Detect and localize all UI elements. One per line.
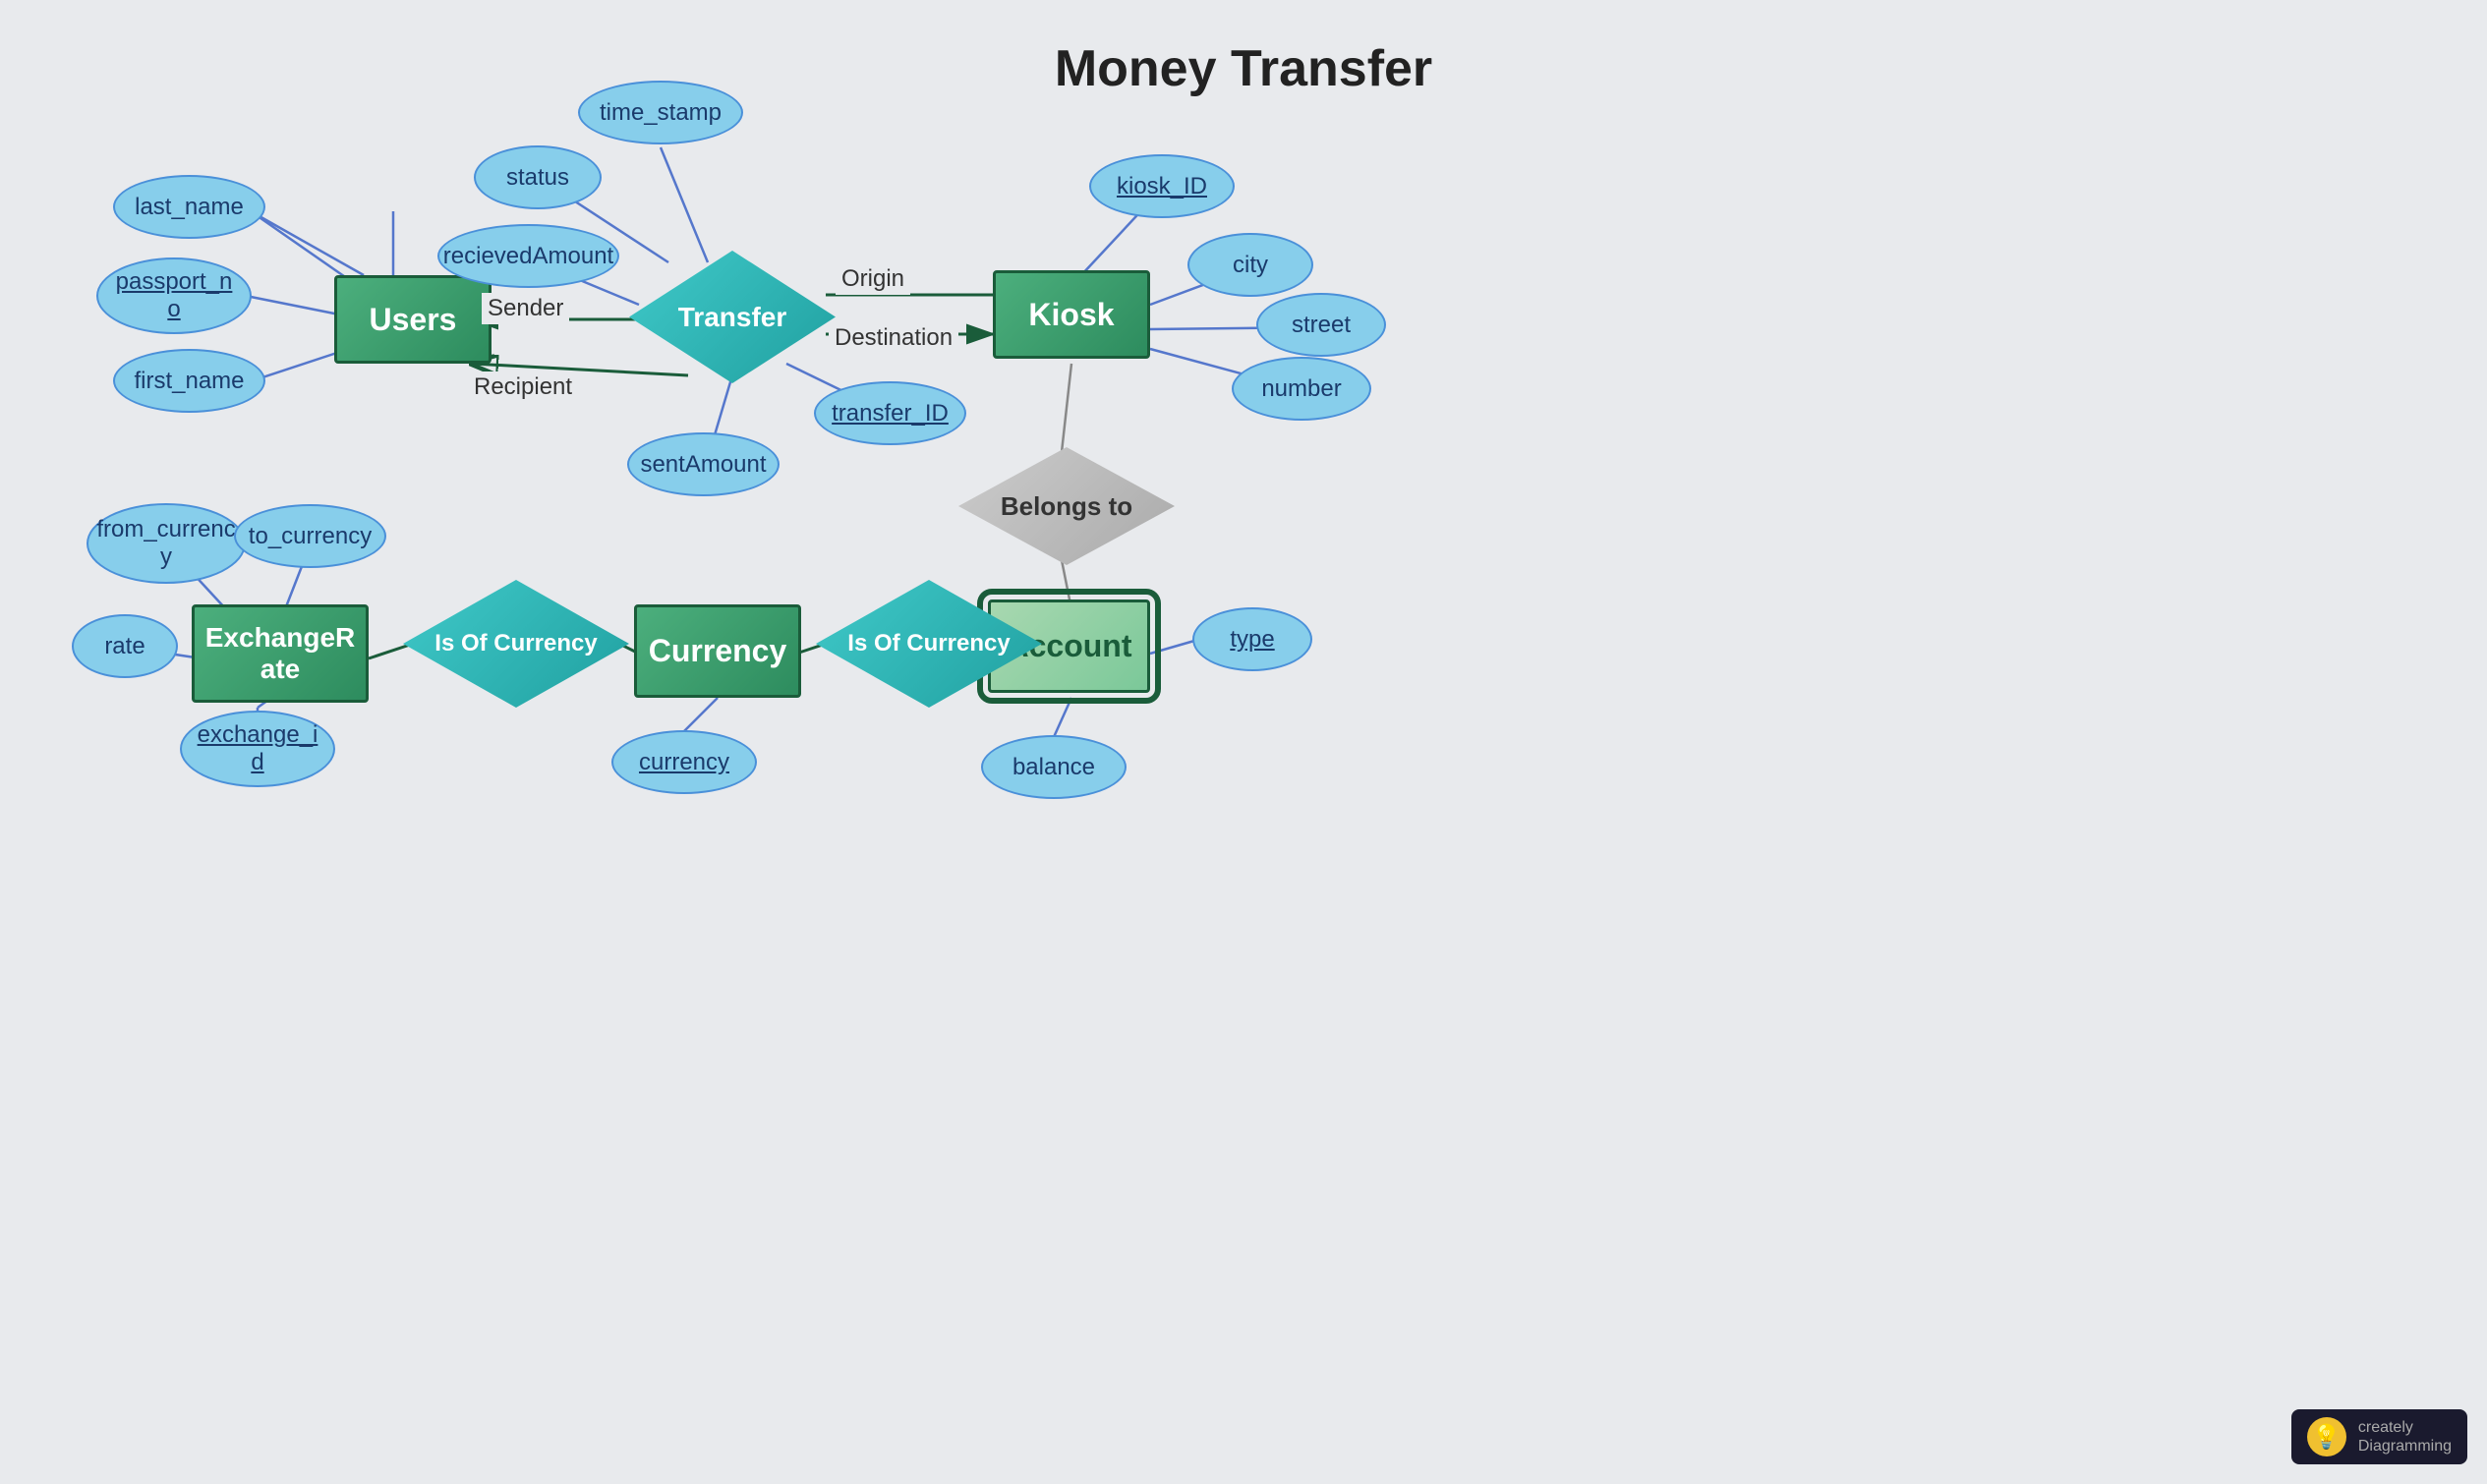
label-recipient: Recipient	[468, 371, 578, 403]
label-sender: Sender	[482, 293, 569, 324]
attr-type: type	[1192, 607, 1312, 671]
entity-kiosk[interactable]: Kiosk	[993, 270, 1150, 359]
attr-status: status	[474, 145, 602, 209]
attr-transfer-id: transfer_ID	[814, 381, 966, 445]
watermark-icon: 💡	[2307, 1417, 2346, 1456]
attr-currency-value: currency	[611, 730, 757, 794]
diagram-container: Money Transfer	[0, 0, 2487, 1484]
connections-svg	[0, 0, 2487, 1484]
entity-users[interactable]: Users	[334, 275, 492, 364]
entity-exchange-rate[interactable]: ExchangeRate	[192, 604, 369, 703]
page-title: Money Transfer	[0, 0, 2487, 98]
attr-city: city	[1187, 233, 1313, 297]
entity-currency[interactable]: Currency	[634, 604, 801, 698]
label-origin: Origin	[836, 263, 910, 295]
attr-street: street	[1256, 293, 1386, 357]
relationship-is-of-currency-right[interactable]: Is Of Currency	[816, 580, 1042, 708]
attr-kiosk-id: kiosk_ID	[1089, 154, 1235, 218]
attr-number: number	[1232, 357, 1371, 421]
rel-is-of-currency-left-label: Is Of Currency	[403, 630, 629, 657]
rel-is-of-currency-right-label: Is Of Currency	[816, 630, 1042, 657]
attr-rate: rate	[72, 614, 178, 678]
relationship-is-of-currency-left[interactable]: Is Of Currency	[403, 580, 629, 708]
relationship-belongs-to[interactable]: Belongs to	[958, 447, 1175, 565]
attr-recieved-amount: recievedAmount	[437, 224, 619, 288]
attr-first-name: first_name	[113, 349, 265, 413]
label-destination: Destination	[829, 322, 958, 354]
relationship-transfer[interactable]: Transfer	[629, 251, 836, 383]
attr-from-currency: from_currency	[87, 503, 246, 584]
attr-passport-no: passport_no	[96, 257, 252, 334]
relationship-transfer-label: Transfer	[629, 302, 836, 333]
watermark: 💡 creately Diagramming	[2291, 1409, 2467, 1464]
attr-balance: balance	[981, 735, 1127, 799]
attr-last-name: last_name	[113, 175, 265, 239]
rel-belongs-to-label: Belongs to	[958, 491, 1175, 522]
attr-to-currency: to_currency	[234, 504, 386, 568]
watermark-text: creately Diagramming	[2358, 1418, 2452, 1455]
attr-sent-amount: sentAmount	[627, 432, 780, 496]
attr-exchange-id: exchange_id	[180, 711, 335, 787]
attr-time-stamp: time_stamp	[578, 81, 743, 144]
